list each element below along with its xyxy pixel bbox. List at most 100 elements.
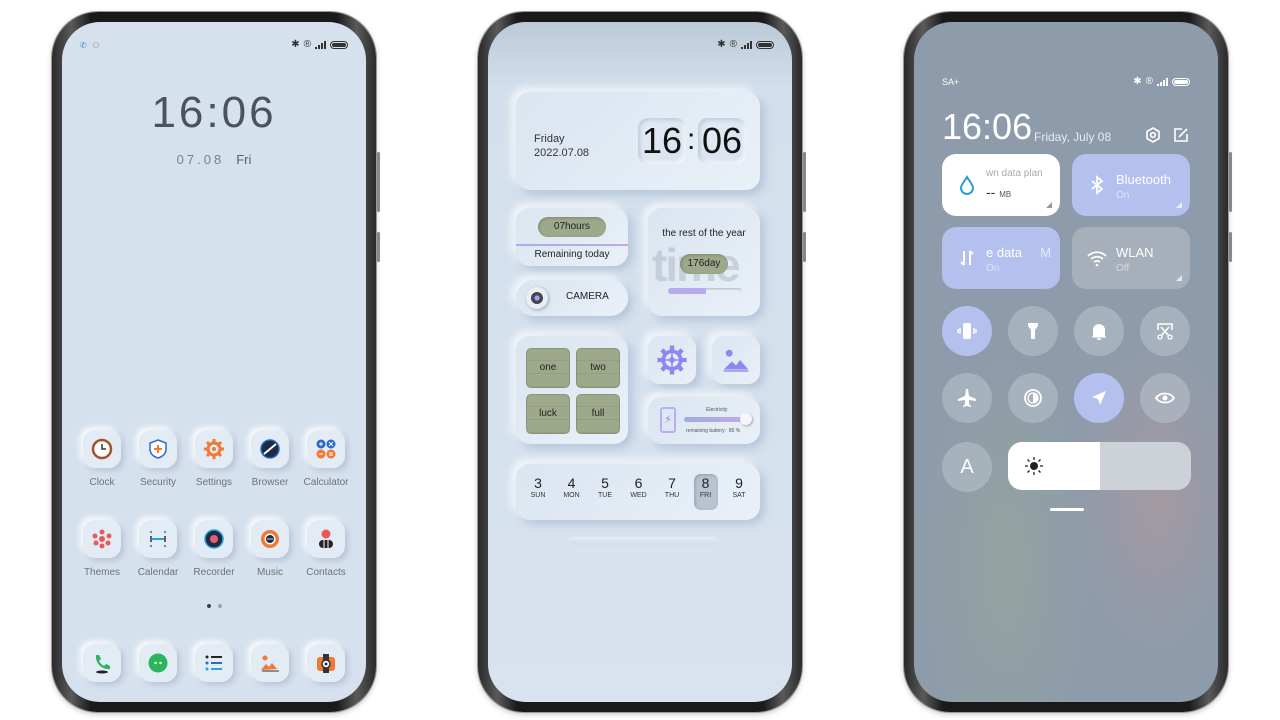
week-day-name: SUN: [530, 492, 546, 499]
battery-icon: [756, 41, 774, 49]
page-dot-active[interactable]: [206, 604, 211, 608]
settings-shortcut[interactable]: [648, 336, 696, 384]
note-tile[interactable]: luck: [526, 394, 570, 434]
expand-corner-icon: [1046, 202, 1052, 208]
tile-name-extra: M: [1040, 245, 1052, 260]
browser-icon: [260, 439, 280, 459]
dark-mode-toggle[interactable]: [1008, 373, 1058, 423]
week-day-name: SAT: [732, 492, 746, 499]
dock-phone[interactable]: [74, 644, 130, 682]
flip-colon: :: [687, 123, 696, 156]
app-clock[interactable]: Clock: [74, 430, 130, 488]
note-tile[interactable]: one: [526, 348, 570, 388]
registered-icon: ®: [303, 39, 311, 50]
message-icon: [148, 653, 168, 673]
control-center-date: Friday, July 08: [1034, 130, 1112, 144]
dock-gallery[interactable]: [242, 644, 298, 682]
page-dot[interactable]: [217, 604, 222, 608]
drag-handle[interactable]: [1050, 508, 1084, 511]
dock: [74, 644, 354, 682]
app-calendar[interactable]: Calendar: [130, 520, 186, 578]
week-day[interactable]: 5 TUE: [593, 474, 617, 510]
flashlight-toggle[interactable]: [1008, 306, 1058, 356]
clock-widget-date: Friday 2022.07.08: [534, 132, 589, 160]
airplane-toggle[interactable]: [942, 373, 992, 423]
phone-control-center: SA+ ✱ ® 16:06 Friday, July 08 wn data pl…: [904, 12, 1232, 712]
week-day[interactable]: 6 WED: [627, 474, 651, 510]
week-day[interactable]: 4 MON: [560, 474, 584, 510]
edit-icon[interactable]: [1172, 126, 1190, 144]
remaining-today-widget[interactable]: 07hours Remaining today: [516, 208, 628, 266]
ring-toggle[interactable]: [1074, 306, 1124, 356]
tile-status: Off: [1116, 263, 1130, 274]
phone-home-screen: ✆ ✱ ® 16:06 07.08 Fri Clock Security Set…: [52, 12, 380, 712]
notes-list-icon: [205, 655, 222, 671]
gear-icon: [204, 439, 224, 459]
note-tile[interactable]: two: [576, 348, 620, 388]
camera-widget[interactable]: CAMERA: [516, 280, 628, 316]
location-toggle[interactable]: [1074, 373, 1124, 423]
battery-level-knob[interactable]: [740, 413, 752, 425]
week-day[interactable]: 8 FRI: [693, 474, 718, 510]
mobile-data-tile[interactable]: e data M On: [942, 227, 1060, 289]
divider: [516, 244, 628, 246]
bell-icon: [1091, 324, 1107, 340]
electricity-title: Electricity: [706, 407, 728, 413]
tile-name: Bluetooth: [1116, 172, 1171, 187]
week-day-number: 6: [634, 475, 643, 491]
app-calculator[interactable]: Calculator: [298, 430, 354, 488]
settings-hex-icon[interactable]: [1144, 126, 1162, 144]
flip-minutes: 06: [698, 118, 746, 164]
flower-icon: [92, 529, 112, 549]
app-security[interactable]: Security: [130, 430, 186, 488]
camera-lens-icon: [526, 287, 548, 309]
app-grid-row-1: Clock Security Settings Browser Calculat…: [74, 430, 354, 488]
remaining-battery-label: remaining battery:: [686, 428, 727, 434]
app-recorder[interactable]: Recorder: [186, 520, 242, 578]
reading-mode-toggle[interactable]: [1140, 373, 1190, 423]
droplet-icon: [959, 175, 975, 195]
clock-icon: [91, 438, 113, 460]
app-themes[interactable]: Themes: [74, 520, 130, 578]
app-browser[interactable]: Browser: [242, 430, 298, 488]
dock-notes[interactable]: [186, 644, 242, 682]
dock-camera[interactable]: [298, 644, 354, 682]
vibrate-toggle[interactable]: [942, 306, 992, 356]
auto-brightness-toggle[interactable]: A: [942, 442, 992, 492]
app-label: Calendar: [137, 567, 179, 578]
week-day[interactable]: 7 THU: [660, 474, 684, 510]
remaining-battery-text: remaining battery: 80 %: [686, 428, 740, 434]
data-plan-tile[interactable]: wn data plan -- MB: [942, 154, 1060, 216]
gallery-shortcut[interactable]: [712, 336, 760, 384]
clock-widget[interactable]: Friday 2022.07.08 16 : 06: [516, 92, 760, 190]
app-music[interactable]: Music: [242, 520, 298, 578]
airplane-icon: [958, 389, 976, 407]
electricity-widget[interactable]: ⚡ Electricity remaining battery: 80 %: [648, 397, 760, 444]
week-day[interactable]: 9 SAT: [727, 474, 751, 510]
week-day-name: THU: [664, 492, 680, 499]
registered-icon: ®: [1145, 76, 1153, 87]
year-widget[interactable]: time the rest of the year 176day: [648, 208, 760, 316]
year-progress-bar: [668, 288, 742, 294]
dock-messages[interactable]: [130, 644, 186, 682]
camera-label: CAMERA: [566, 291, 609, 302]
widget-screen: ✱ ® Friday 2022.07.08 16 : 06 07hours Re…: [488, 22, 792, 702]
control-center-time: 16:06: [942, 106, 1033, 147]
app-grid-row-2: Themes Calendar Recorder Music Contacts: [74, 520, 354, 578]
app-settings[interactable]: Settings: [186, 430, 242, 488]
wifi-icon: [1087, 251, 1107, 267]
week-day[interactable]: 3 SUN: [526, 474, 550, 510]
record-icon: [204, 529, 224, 549]
app-contacts[interactable]: Contacts: [298, 520, 354, 578]
page-indicator[interactable]: [62, 604, 366, 608]
tile-name-text: e data: [986, 245, 1023, 260]
dark-mode-icon: [1024, 389, 1042, 407]
app-label: Music: [256, 567, 284, 578]
camera-icon: [317, 654, 335, 673]
bluetooth-tile[interactable]: Bluetooth On: [1072, 154, 1190, 216]
brightness-slider[interactable]: [1008, 442, 1191, 490]
screenshot-toggle[interactable]: [1140, 306, 1190, 356]
wlan-tile[interactable]: WLAN Off: [1072, 227, 1190, 289]
weekday-text: Fri: [236, 152, 252, 167]
note-tile[interactable]: full: [576, 394, 620, 434]
